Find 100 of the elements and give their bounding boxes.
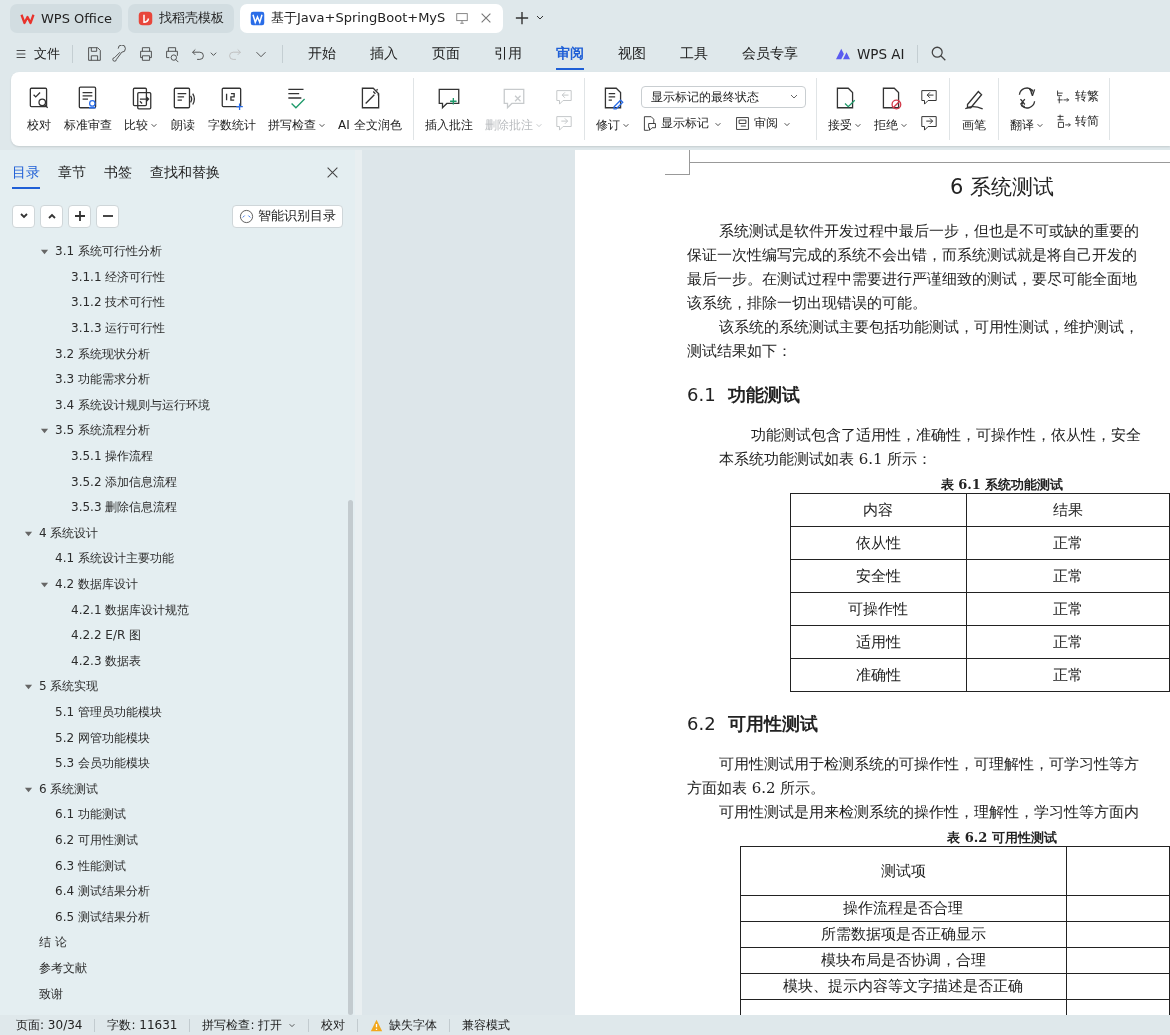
ribbon-button[interactable]: 拒绝	[868, 84, 913, 134]
panel-tab[interactable]: 章节	[58, 155, 86, 189]
toc-item[interactable]: 6 系统测试	[39, 780, 99, 798]
print-icon[interactable]	[137, 45, 155, 63]
toc-item[interactable]: 6.2 可用性测试	[55, 831, 138, 849]
ai-logo-icon	[835, 47, 851, 61]
toc-item[interactable]: 致谢	[39, 985, 63, 1003]
search-icon[interactable]	[929, 45, 948, 63]
toc-item[interactable]: 5.3 会员功能模块	[55, 755, 150, 773]
panel-tab[interactable]: 查找和替换	[150, 155, 220, 189]
smart-toc-button[interactable]: 智能识别目录	[232, 204, 343, 228]
ribbon-tab[interactable]: 插入	[370, 38, 398, 70]
ribbon-button[interactable]: 转繁	[1054, 88, 1099, 105]
new-tab-icon[interactable]	[515, 11, 530, 25]
toc-item[interactable]: 4.2.3 数据表	[71, 652, 142, 670]
file-menu-button[interactable]: 文件	[14, 45, 60, 63]
toc-item[interactable]: 参考文献	[39, 959, 87, 977]
toc-item[interactable]: 3.5.2 添加信息流程	[71, 473, 178, 491]
convert-traditional-icon	[1054, 88, 1072, 105]
caret-icon	[318, 121, 326, 129]
status-text[interactable]: 缺失字体	[389, 1016, 438, 1034]
toc-item[interactable]: 3.1.2 技术可行性	[71, 294, 166, 312]
warning-icon	[370, 1018, 384, 1032]
ribbon-button[interactable]: 拼写检查	[263, 84, 331, 134]
app-tab[interactable]: 找稻壳模板	[128, 3, 235, 33]
ribbon-tab[interactable]: 会员专享	[742, 38, 798, 70]
toc-item[interactable]: 3.5 系统流程分析	[55, 422, 150, 440]
ribbon-button[interactable]: 比较	[119, 84, 163, 134]
section-number: 6.2	[687, 713, 716, 734]
ribbon-button[interactable]: 翻译	[1004, 84, 1049, 134]
ribbon-tab[interactable]: 工具	[680, 38, 708, 70]
close-icon[interactable]	[326, 165, 339, 179]
toc-item[interactable]: 4.1 系统设计主要功能	[55, 550, 174, 568]
print-preview-icon[interactable]	[163, 45, 181, 63]
ribbon-tab[interactable]: 视图	[618, 38, 646, 70]
ribbon-button[interactable]: 审阅	[733, 115, 791, 132]
toc-item[interactable]: 3.3 功能需求分析	[55, 371, 150, 389]
app-tab[interactable]: 基于Java+SpringBoot+MyS	[240, 3, 504, 33]
toc-item[interactable]: 5 系统实现	[39, 678, 99, 696]
previous-comment-icon[interactable]	[918, 87, 939, 105]
ribbon-tab[interactable]: 开始	[308, 38, 336, 70]
toc-item[interactable]: 6.4 测试结果分析	[55, 883, 150, 901]
toc-item[interactable]: 3.5.1 操作流程	[71, 448, 154, 466]
expand-down-button[interactable]	[12, 204, 35, 228]
ribbon-button[interactable]: 转简	[1054, 113, 1099, 130]
table-cell: 准确性	[790, 658, 967, 692]
toc-item[interactable]: 4.2.1 数据库设计规范	[71, 601, 190, 619]
ribbon-button[interactable]: 画笔	[955, 84, 992, 134]
expand-arrow-icon[interactable]	[24, 682, 33, 692]
next-comment-icon[interactable]	[918, 113, 939, 131]
markup-display-dropdown[interactable]: 显示标记的最终状态	[640, 86, 806, 108]
toc-item[interactable]: 4.2.2 E/R 图	[71, 627, 142, 645]
ribbon-button[interactable]: 字数统计	[203, 84, 261, 134]
ribbon-tab[interactable]: 引用	[494, 38, 522, 70]
toc-item[interactable]: 4.2 数据库设计	[55, 576, 138, 593]
toc-item[interactable]: 5.1 管理员功能模块	[55, 704, 162, 721]
toc-item[interactable]: 3.5.3 删除信息流程	[71, 499, 178, 517]
app-tab[interactable]: WPS Office	[10, 3, 123, 33]
save-icon[interactable]	[85, 45, 103, 63]
toc-item[interactable]: 3.1 系统可行性分析	[55, 243, 162, 261]
scrollbar-thumb[interactable]	[348, 500, 353, 1015]
toc-item[interactable]: 3.1.1 经济可行性	[71, 268, 166, 286]
body-text: 系统测试是软件开发过程中最后一步，但也是不可或缺的重要的	[718, 221, 1140, 242]
ribbon-button[interactable]: 修订	[590, 84, 635, 134]
ribbon-button[interactable]: 插入批注	[419, 84, 478, 134]
ribbon-button[interactable]: 校对	[21, 84, 57, 134]
ribbon-button[interactable]: 朗读	[165, 84, 201, 134]
panel-tab[interactable]: 书签	[104, 155, 132, 189]
ribbon-button[interactable]: 标准审查	[59, 84, 117, 134]
toc-item[interactable]: 6.3 性能测试	[55, 857, 126, 875]
toc-item[interactable]: 5.2 网管功能模块	[55, 729, 150, 747]
toc-item[interactable]: 6.1 功能测试	[55, 806, 126, 824]
wps-ai-button[interactable]: WPS AI	[835, 46, 905, 62]
expand-arrow-icon[interactable]	[40, 580, 49, 589]
panel-tab[interactable]: 目录	[12, 155, 40, 189]
add-button[interactable]	[68, 204, 91, 228]
ribbon-button[interactable]: 显示标记	[640, 115, 722, 132]
toc-item[interactable]: 3.2 系统现状分析	[55, 345, 150, 363]
expand-arrow-icon[interactable]	[40, 426, 49, 436]
ribbon-button[interactable]: 接受	[822, 84, 867, 134]
review-pane-icon	[733, 115, 751, 132]
table-header: 内容	[790, 493, 967, 527]
toc-item[interactable]: 结 论	[39, 934, 67, 952]
remove-button[interactable]	[96, 204, 119, 228]
monitor-icon[interactable]	[455, 11, 470, 25]
toc-item[interactable]: 6.5 测试结果分析	[55, 908, 150, 926]
collapse-up-button[interactable]	[40, 204, 63, 228]
expand-arrow-icon[interactable]	[40, 247, 49, 257]
toc-item[interactable]: 3.4 系统设计规则与运行环境	[55, 396, 210, 414]
toc-item[interactable]: 3.1.3 运行可行性	[71, 320, 166, 338]
table-cell: 可操作性	[790, 592, 967, 626]
spell-check-status-button[interactable]: 拼写检查: 打开	[202, 1016, 297, 1034]
body-text: 可用性测试是用来检测系统的操作性，理解性，学习性等方面内	[718, 802, 1140, 823]
table-cell: 所需数据项是否正确显示	[740, 921, 1067, 948]
table-cell: 正常	[966, 625, 1170, 659]
ribbon-tab[interactable]: 审阅	[556, 38, 584, 70]
ribbon-tab[interactable]: 页面	[432, 38, 460, 70]
toc-item[interactable]: 4 系统设计	[39, 524, 99, 542]
ribbon-button[interactable]: AI 全文润色	[333, 84, 407, 134]
caret-icon[interactable]	[209, 49, 218, 59]
